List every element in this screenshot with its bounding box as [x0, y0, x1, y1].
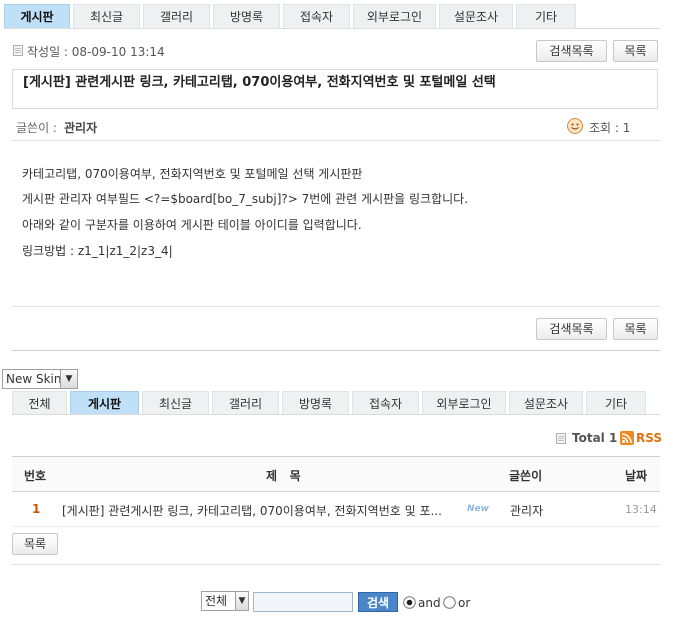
radio-and[interactable]: [403, 596, 416, 609]
list-button[interactable]: 목록: [613, 40, 658, 62]
smiley-icon: [566, 117, 584, 135]
skin-select-value: New Skin: [6, 372, 62, 386]
list-tab-board[interactable]: 게시판: [70, 391, 139, 415]
list-tab-bar: 전체 게시판 최신글 갤러리 방명록 접속자 외부로그인 설문조사 기타: [12, 391, 649, 415]
radio-and-label: and: [418, 596, 441, 610]
search-list-button[interactable]: 검색목록: [536, 40, 607, 62]
list-button-bottom[interactable]: 목록: [613, 318, 658, 340]
table-row: 1 [게시판] 관련게시판 링크, 카테고리탭, 070이용여부, 전화지역번호…: [12, 492, 660, 526]
chevron-down-icon: ▼: [60, 370, 77, 388]
row-date: 13:14: [625, 503, 657, 516]
column-writer: 글쓴이: [509, 469, 543, 483]
content-line: 카테고리탭, 070이용여부, 전화지역번호 및 포털메일 선택 게시판판: [22, 167, 363, 181]
skin-select[interactable]: New Skin ▼: [2, 369, 78, 389]
radio-or-label: or: [458, 596, 471, 610]
post-title: [게시판] 관련게시판 링크, 카테고리탭, 070이용여부, 전화지역번호 및…: [23, 75, 496, 90]
row-divider: [12, 526, 660, 527]
search-input[interactable]: [253, 592, 353, 612]
post-header-divider: [12, 140, 660, 141]
tab-etc[interactable]: 기타: [516, 4, 576, 28]
row-writer[interactable]: 관리자: [510, 502, 543, 519]
list-button-page[interactable]: 목록: [12, 533, 58, 555]
list-tab-survey[interactable]: 설문조사: [509, 391, 583, 415]
list-tab-external-login[interactable]: 외부로그인: [422, 391, 506, 415]
search-field-value: 전체: [205, 594, 228, 608]
list-tab-divider: [12, 414, 660, 415]
author-label: 글쓴이 :: [16, 121, 57, 135]
document-icon: [555, 432, 567, 444]
content-line: 링크방법 : z1_1|z1_2|z3_4|: [22, 244, 173, 258]
tab-guestbook[interactable]: 방명록: [213, 4, 280, 28]
tab-board[interactable]: 게시판: [4, 4, 70, 28]
column-num: 번호: [24, 469, 47, 483]
new-badge: New: [467, 504, 489, 514]
post-title-box: [게시판] 관련게시판 링크, 카테고리탭, 070이용여부, 전화지역번호 및…: [12, 69, 658, 109]
list-tab-visitors[interactable]: 접속자: [352, 391, 419, 415]
post-footer-divider: [12, 350, 660, 351]
top-tab-divider: [4, 28, 660, 29]
post-body-divider: [12, 306, 660, 307]
author-name[interactable]: 관리자: [64, 119, 97, 136]
rss-icon[interactable]: [620, 431, 634, 445]
search-list-button-bottom[interactable]: 검색목록: [536, 318, 607, 340]
chevron-down-icon: ▼: [235, 592, 248, 610]
list-tab-gallery[interactable]: 갤러리: [212, 391, 279, 415]
search-field-select[interactable]: 전체 ▼: [201, 591, 249, 611]
rss-link[interactable]: RSS: [636, 431, 662, 445]
list-tab-guestbook[interactable]: 방명록: [282, 391, 349, 415]
tab-external-login[interactable]: 외부로그인: [353, 4, 436, 28]
tab-visitors[interactable]: 접속자: [283, 4, 350, 28]
list-tab-recent[interactable]: 최신글: [142, 391, 209, 415]
content-line: 아래와 같이 구분자를 이용하여 게시판 테이블 아이디를 입력합니다.: [22, 218, 362, 232]
search-button[interactable]: 검색: [358, 592, 398, 612]
list-header: 번호 제 목 글쓴이 날짜: [12, 456, 660, 492]
post-date: 작성일 : 08-09-10 13:14: [27, 45, 165, 59]
view-count: 조회 : 1: [589, 121, 631, 135]
tab-survey[interactable]: 설문조사: [439, 4, 513, 28]
row-num: 1: [32, 502, 41, 516]
radio-or[interactable]: [443, 596, 456, 609]
total-count: Total 1: [572, 431, 618, 445]
row-subject-link[interactable]: [게시판] 관련게시판 링크, 카테고리탭, 070이용여부, 전화지역번호 및…: [62, 502, 462, 519]
tab-gallery[interactable]: 갤러리: [143, 4, 210, 28]
column-subject: 제 목: [266, 469, 301, 483]
column-date: 날짜: [625, 469, 648, 483]
tab-recent[interactable]: 최신글: [73, 4, 140, 28]
list-footer-divider: [12, 564, 660, 565]
list-tab-etc[interactable]: 기타: [586, 391, 646, 415]
document-icon: [12, 44, 24, 56]
content-line: 게시판 관리자 여부필드 <?=$board[bo_7_subj]?> 7번에 …: [22, 192, 469, 206]
list-tab-all[interactable]: 전체: [12, 391, 67, 415]
top-tab-bar: 게시판 최신글 갤러리 방명록 접속자 외부로그인 설문조사 기타: [4, 4, 579, 28]
